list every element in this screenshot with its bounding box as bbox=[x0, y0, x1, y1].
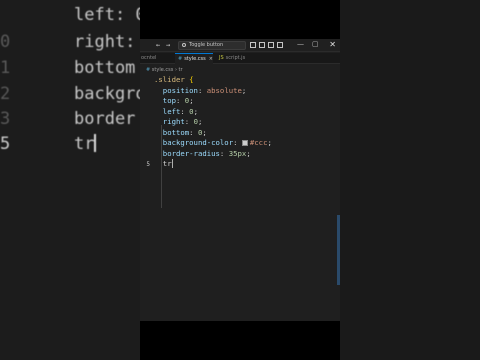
scrollbar[interactable] bbox=[337, 215, 340, 285]
code-line[interactable]: position: absolute; bbox=[154, 86, 247, 97]
toggle-secondary-sidebar-icon[interactable] bbox=[268, 42, 274, 48]
background-zoomed-editor: left: 0 0right: 0 1bottom 2backgro 3bord… bbox=[0, 0, 140, 360]
code-line[interactable]: background-color: #ccc; bbox=[154, 138, 272, 149]
text-cursor bbox=[94, 134, 97, 152]
text-cursor bbox=[171, 159, 173, 168]
js-file-icon: JS bbox=[219, 55, 224, 61]
bg-code-line: 5 tr bbox=[0, 134, 97, 154]
color-swatch[interactable] bbox=[241, 140, 248, 146]
breadcrumb-separator: › bbox=[174, 67, 177, 73]
command-center-search[interactable]: Toggle button bbox=[178, 41, 246, 50]
search-label: Toggle button bbox=[189, 42, 224, 48]
close-icon[interactable]: ✕ bbox=[329, 40, 336, 49]
bg-code-line: 0right: 0 bbox=[0, 32, 136, 52]
css-file-icon: # bbox=[178, 56, 183, 62]
code-line-active[interactable]: tr bbox=[154, 159, 173, 170]
close-tab-icon[interactable]: × bbox=[209, 56, 213, 62]
breadcrumb-file[interactable]: style.css bbox=[152, 67, 174, 73]
tab-script-js[interactable]: JS script.js bbox=[216, 53, 262, 64]
search-icon bbox=[182, 43, 186, 47]
toggle-sidebar-icon[interactable] bbox=[250, 42, 256, 48]
bg-code-line: 2 backgro bbox=[0, 84, 140, 104]
code-line[interactable]: bottom: 0; bbox=[154, 128, 207, 139]
toggle-panel-icon[interactable] bbox=[259, 42, 265, 48]
bg-code-line: 1 bottom bbox=[0, 58, 136, 78]
code-line[interactable]: left: 0; bbox=[154, 107, 198, 118]
breadcrumb: # style.css › tr bbox=[146, 66, 183, 74]
forward-arrow-icon[interactable]: → bbox=[166, 41, 170, 50]
tab-style-css[interactable]: # style.css × bbox=[175, 53, 213, 64]
tab-label: style.css bbox=[184, 56, 206, 62]
code-line[interactable]: top: 0; bbox=[154, 96, 194, 107]
customize-layout-icon[interactable] bbox=[277, 42, 283, 48]
editor-tab-bar: ocntel # style.css × JS script.js bbox=[140, 53, 340, 64]
background-dark-panel bbox=[340, 0, 480, 360]
code-line[interactable]: .slider { bbox=[154, 75, 194, 86]
bg-code-line: 3 border bbox=[0, 109, 136, 129]
maximize-icon[interactable]: ▢ bbox=[312, 40, 319, 48]
code-line[interactable]: right: 0; bbox=[154, 117, 203, 128]
tab-label: script.js bbox=[225, 55, 246, 61]
bg-code-line: left: 0 bbox=[74, 5, 140, 25]
tab-label: ocntel bbox=[141, 55, 157, 61]
tab-ocntel[interactable]: ocntel bbox=[140, 53, 174, 64]
editor-window: ← → Toggle button — ▢ ✕ ocntel # style.cs… bbox=[140, 39, 340, 321]
breadcrumb-symbol[interactable]: tr bbox=[179, 67, 183, 73]
code-line[interactable]: border-radius: 35px; bbox=[154, 149, 251, 160]
css-file-icon: # bbox=[146, 67, 151, 73]
title-bar: ← → Toggle button — ▢ ✕ bbox=[140, 39, 340, 52]
back-arrow-icon[interactable]: ← bbox=[156, 41, 160, 50]
minimize-icon[interactable]: — bbox=[297, 40, 304, 48]
line-number: 5 bbox=[146, 161, 150, 168]
